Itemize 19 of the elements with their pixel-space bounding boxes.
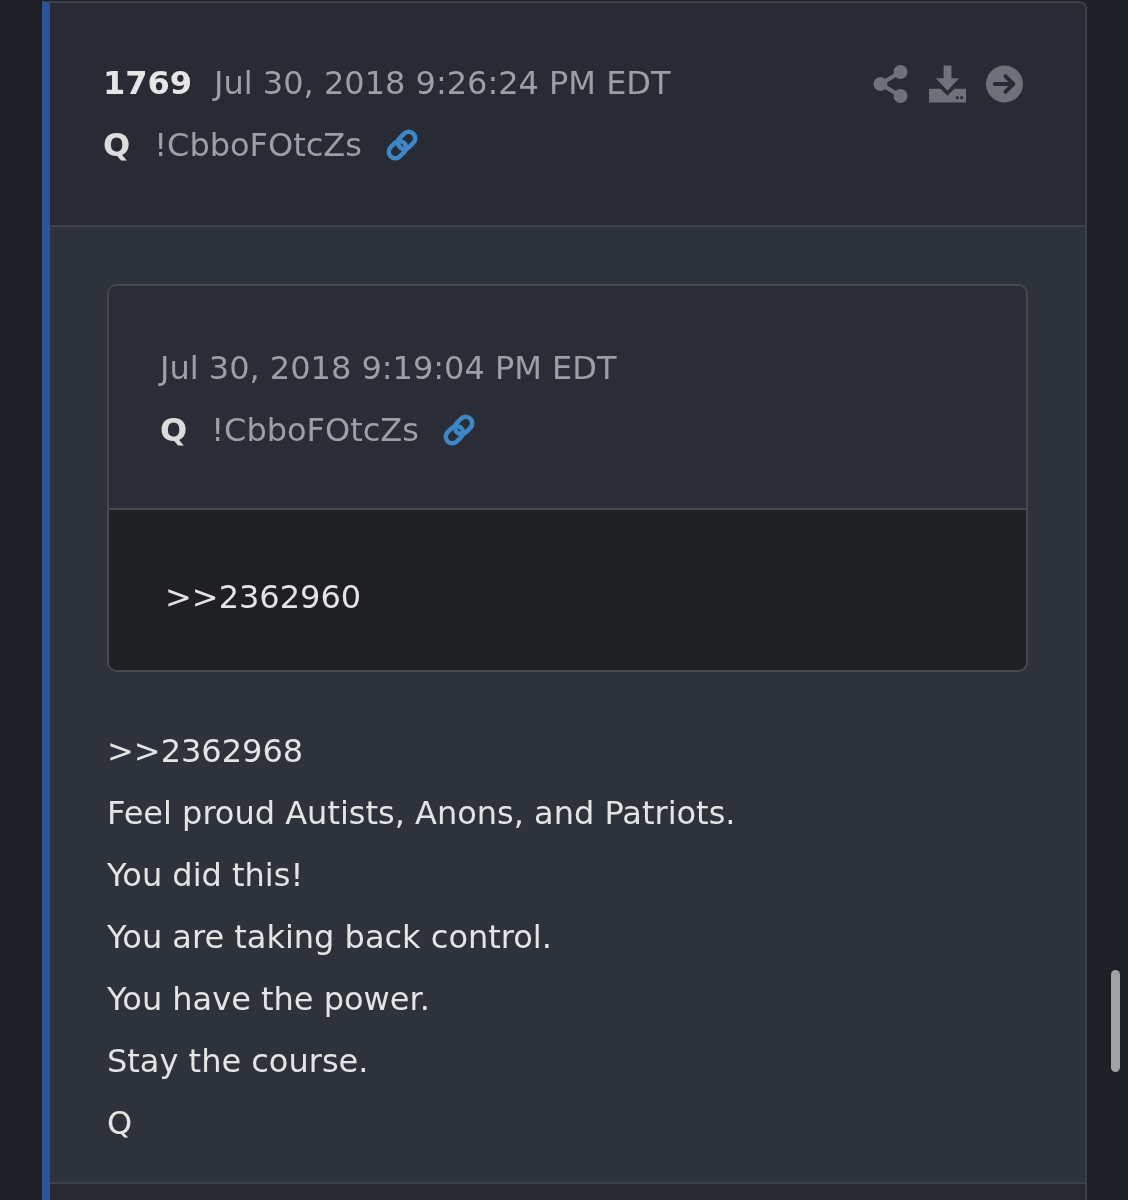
tripcode: !CbboFOtcZs: [154, 126, 362, 164]
arrow-circle-icon[interactable]: [986, 65, 1023, 103]
post-text-line: You did this!: [107, 855, 304, 896]
post-number[interactable]: 1769: [103, 64, 193, 102]
scrollbar-thumb[interactable]: [1111, 970, 1120, 1072]
post-text-line: >>2362968: [107, 731, 304, 772]
quote-tripcode: !CbboFOtcZs: [211, 411, 419, 449]
post-text-line: You have the power.: [107, 979, 430, 1020]
post-text-line: Q: [107, 1103, 133, 1144]
share-icon[interactable]: [872, 65, 909, 103]
post-text-line: You are taking back control.: [107, 917, 552, 958]
post-text-line: Feel proud Autists, Anons, and Patriots.: [107, 793, 736, 834]
quote-date: Jul 30, 2018 9:19:04 PM EDT: [160, 348, 618, 389]
quote-text: >>2362960: [165, 577, 362, 618]
post-text-line: Stay the course.: [107, 1041, 369, 1082]
quote-author-name: Q: [160, 411, 188, 449]
post-date: Jul 30, 2018 9:26:24 PM EDT: [214, 64, 671, 102]
author-name: Q: [103, 126, 131, 164]
download-icon[interactable]: [929, 65, 966, 103]
